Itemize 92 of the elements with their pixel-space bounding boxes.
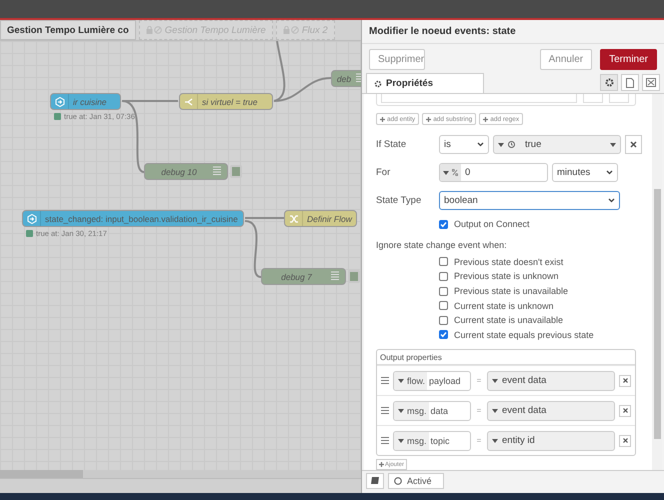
percent-icon bbox=[452, 169, 458, 176]
document-icon bbox=[626, 78, 634, 88]
remove-button[interactable] bbox=[619, 434, 631, 447]
drag-handle-icon[interactable] bbox=[381, 377, 389, 384]
checkbox-label: Output on Connect bbox=[454, 219, 530, 230]
duration-field[interactable]: 0 bbox=[439, 163, 548, 182]
settings-icon bbox=[374, 80, 382, 88]
caret-icon bbox=[443, 170, 449, 174]
toggle-square[interactable] bbox=[348, 270, 360, 283]
equals-sign: = bbox=[476, 436, 482, 446]
fork-icon bbox=[184, 96, 194, 106]
done-button[interactable]: Terminer bbox=[600, 48, 657, 70]
scrollbar-thumb[interactable] bbox=[0, 470, 83, 478]
caret-icon bbox=[610, 142, 616, 146]
close-icon bbox=[622, 438, 628, 444]
field-label: For bbox=[376, 167, 392, 178]
enabled-toggle[interactable]: Activé bbox=[388, 472, 444, 488]
circle-icon bbox=[394, 476, 402, 484]
value-select[interactable]: event data bbox=[487, 370, 615, 391]
checkbox-label: Previous state doesn't exist bbox=[454, 256, 564, 267]
equals-sign: = bbox=[476, 376, 482, 386]
scrollbar-thumb[interactable] bbox=[654, 189, 660, 439]
checkbox-label: Previous state is unknown bbox=[454, 271, 559, 282]
appearance-button[interactable] bbox=[642, 74, 660, 91]
arrow-hexagon-icon bbox=[54, 96, 64, 106]
caret-icon bbox=[498, 142, 504, 146]
remove-button[interactable] bbox=[619, 404, 631, 417]
chevron-icon bbox=[477, 142, 484, 147]
settings-button[interactable] bbox=[600, 74, 618, 91]
state-type-select[interactable]: boolean bbox=[439, 191, 620, 210]
checkbox[interactable] bbox=[439, 220, 448, 229]
close-icon bbox=[630, 141, 637, 148]
book-button[interactable] bbox=[366, 472, 384, 488]
value-select[interactable]: entity id bbox=[487, 430, 615, 451]
value-select[interactable]: event data bbox=[487, 400, 615, 421]
caret-icon bbox=[398, 378, 404, 383]
caret-icon bbox=[398, 438, 404, 443]
chevron-icon bbox=[606, 170, 613, 175]
checkbox-label: Current state equals previous state bbox=[454, 330, 594, 340]
lock-icon bbox=[282, 26, 299, 34]
caret-icon bbox=[492, 378, 498, 383]
flow-node[interactable]: Definir Flow bbox=[284, 210, 357, 227]
description-button[interactable] bbox=[621, 74, 639, 91]
close-icon bbox=[622, 408, 628, 414]
frame-icon bbox=[646, 78, 656, 87]
property-field[interactable]: msg. topic bbox=[393, 430, 471, 451]
close-button[interactable] bbox=[625, 135, 642, 154]
flow-node[interactable]: si virtuel = true bbox=[179, 93, 273, 110]
list-icon bbox=[331, 271, 339, 282]
unit-select[interactable]: minutes bbox=[552, 163, 618, 182]
list-icon bbox=[213, 166, 221, 177]
equals-sign: = bbox=[476, 406, 482, 416]
checkbox[interactable] bbox=[439, 316, 448, 325]
settings-icon bbox=[604, 78, 614, 87]
chevron-icon bbox=[608, 198, 615, 203]
drag-handle-icon[interactable] bbox=[381, 437, 389, 444]
state-value-select[interactable]: true bbox=[493, 135, 621, 154]
dialog-title: Modifier le noeud events: state bbox=[362, 20, 664, 44]
checkbox[interactable] bbox=[439, 330, 448, 340]
plus-icon bbox=[426, 116, 432, 122]
cancel-button[interactable]: Annuler bbox=[540, 48, 592, 70]
properties-tab[interactable]: Propriétés bbox=[366, 73, 484, 93]
property-field[interactable]: flow. payload bbox=[393, 370, 471, 391]
field-label: State Type bbox=[376, 195, 422, 206]
checkbox-label: Current state is unknown bbox=[454, 300, 554, 311]
plus-icon bbox=[379, 462, 384, 468]
plus-icon bbox=[380, 116, 385, 122]
panel-heading: Output properties bbox=[377, 350, 635, 366]
checkbox[interactable] bbox=[439, 272, 448, 281]
property-field[interactable]: msg. data bbox=[393, 400, 471, 421]
drag-handle-icon[interactable] bbox=[381, 407, 389, 414]
arrow-hexagon-icon bbox=[26, 214, 36, 224]
section-heading: Ignore state change event when: bbox=[376, 240, 508, 250]
caret-icon bbox=[398, 408, 404, 413]
field-label: If State bbox=[376, 139, 408, 150]
toggle-square[interactable] bbox=[230, 165, 242, 178]
close-icon bbox=[622, 378, 628, 384]
lock-icon bbox=[146, 26, 162, 34]
delete-button[interactable]: Supprimer bbox=[369, 48, 425, 70]
shuffle-icon bbox=[288, 214, 298, 224]
checkbox[interactable] bbox=[439, 301, 448, 310]
operator-select[interactable]: is bbox=[439, 135, 489, 154]
caret-icon bbox=[492, 438, 498, 443]
checkbox[interactable] bbox=[439, 257, 448, 266]
remove-button[interactable] bbox=[619, 374, 631, 387]
clock-icon bbox=[508, 141, 515, 148]
workspace-tab[interactable]: Gestion Tempo Lumière co bbox=[0, 20, 136, 40]
checkbox-label: Previous state is unavailable bbox=[454, 286, 568, 296]
caret-icon bbox=[492, 408, 498, 413]
plus-icon bbox=[483, 116, 488, 122]
checkbox[interactable] bbox=[439, 286, 448, 296]
checkbox-label: Current state is unavailable bbox=[454, 315, 564, 326]
